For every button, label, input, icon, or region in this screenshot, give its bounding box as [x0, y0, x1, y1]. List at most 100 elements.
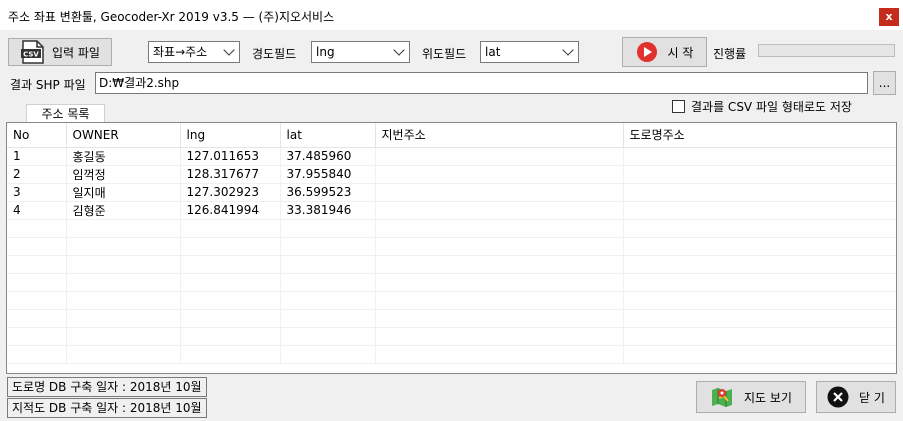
- table-cell: [375, 237, 624, 256]
- column-header[interactable]: 도로명주소: [623, 123, 896, 148]
- table-cell: [623, 309, 896, 328]
- table-cell: 1: [7, 147, 67, 166]
- table-cell: [180, 345, 281, 364]
- lat-field-select[interactable]: lat: [480, 41, 579, 63]
- table-cell: [280, 237, 376, 256]
- table-row[interactable]: [7, 255, 896, 274]
- table-cell: [623, 201, 896, 220]
- table-cell: [623, 345, 896, 364]
- table-cell: [375, 291, 624, 310]
- close-button[interactable]: 닫 기: [816, 381, 896, 413]
- table-cell: 127.302923: [180, 183, 281, 202]
- table-cell: 36.599523: [280, 183, 376, 202]
- table-cell: [280, 327, 376, 346]
- table-cell: [7, 309, 67, 328]
- table-row[interactable]: [7, 327, 896, 346]
- table-cell: [623, 237, 896, 256]
- table-cell: 일지매: [66, 183, 181, 202]
- table-cell: [180, 291, 281, 310]
- table-cell: 홍길동: [66, 147, 181, 166]
- table-cell: [280, 255, 376, 274]
- column-header[interactable]: lng: [180, 123, 281, 148]
- table-cell: [280, 291, 376, 310]
- address-table: No OWNER lng lat 지번주소 도로명주소 1 홍길동 127.011653 37.…: [6, 122, 897, 374]
- table-cell: [375, 345, 624, 364]
- table-row[interactable]: [7, 309, 896, 328]
- column-header[interactable]: 지번주소: [375, 123, 624, 148]
- table-cell: [375, 183, 624, 202]
- tab-address-list[interactable]: 주소 목록: [26, 104, 105, 124]
- table-cell: [375, 255, 624, 274]
- play-icon: [636, 42, 657, 62]
- table-cell: [280, 219, 376, 238]
- lng-field-value: lng: [316, 45, 335, 59]
- table-cell: [375, 201, 624, 220]
- table-cell: 33.381946: [280, 201, 376, 220]
- table-cell: [180, 219, 281, 238]
- table-cell: [623, 165, 896, 184]
- input-file-button[interactable]: CSV 입력 파일: [8, 38, 112, 66]
- close-label: 닫 기: [859, 390, 885, 405]
- table-cell: [7, 345, 67, 364]
- table-cell: [7, 273, 67, 292]
- table-cell: [7, 255, 67, 274]
- map-view-label: 지도 보기: [744, 390, 792, 405]
- csv-save-checkbox[interactable]: [672, 100, 685, 113]
- table-row[interactable]: 3 일지매 127.302923 36.599523: [7, 183, 896, 202]
- conversion-mode-select[interactable]: 좌표→주소: [148, 41, 240, 63]
- table-cell: [7, 237, 67, 256]
- map-view-button[interactable]: 지도 보기: [696, 381, 806, 413]
- table-cell: [623, 327, 896, 346]
- output-path-input[interactable]: D:₩결과2.shp: [95, 72, 868, 94]
- table-cell: [180, 255, 281, 274]
- chevron-down-icon: [562, 44, 574, 56]
- table-cell: [375, 309, 624, 328]
- lng-field-select[interactable]: lng: [311, 41, 410, 63]
- table-row[interactable]: [7, 219, 896, 238]
- csv-save-label: 결과를 CSV 파일 형태로도 저장: [691, 100, 852, 114]
- table-row[interactable]: [7, 291, 896, 310]
- output-file-label: 결과 SHP 파일: [10, 78, 86, 92]
- table-cell: [66, 255, 181, 274]
- table-cell: [375, 273, 624, 292]
- table-cell: 2: [7, 165, 67, 184]
- table-cell: 128.317677: [180, 165, 281, 184]
- table-cell: [280, 309, 376, 328]
- table-cell: [623, 273, 896, 292]
- start-button[interactable]: 시 작: [622, 37, 707, 67]
- table-cell: [623, 291, 896, 310]
- csv-file-icon: CSV: [21, 40, 44, 64]
- browse-button[interactable]: ...: [873, 71, 896, 95]
- table-cell: [180, 327, 281, 346]
- column-header[interactable]: No: [7, 123, 67, 148]
- lat-field-value: lat: [485, 45, 501, 59]
- table-cell: [66, 327, 181, 346]
- table-cell: [623, 219, 896, 238]
- title-bar: 주소 좌표 변환툴, Geocoder-Xr 2019 v3.5 — (주)지오…: [0, 0, 903, 30]
- table-row[interactable]: [7, 237, 896, 256]
- csv-save-option[interactable]: 결과를 CSV 파일 형태로도 저장: [672, 98, 852, 115]
- road-db-status: 도로명 DB 구축 일자 : 2018년 10월: [7, 377, 207, 397]
- table-cell: [180, 309, 281, 328]
- table-cell: 37.485960: [280, 147, 376, 166]
- table-row[interactable]: [7, 273, 896, 292]
- table-row[interactable]: 4 김형준 126.841994 33.381946: [7, 201, 896, 220]
- table-cell: [623, 147, 896, 166]
- table-cell: [7, 219, 67, 238]
- column-header[interactable]: lat: [280, 123, 376, 148]
- table-row[interactable]: 1 홍길동 127.011653 37.485960: [7, 147, 896, 166]
- table-cell: [180, 237, 281, 256]
- conversion-mode-value: 좌표→주소: [153, 45, 208, 59]
- table-cell: [623, 255, 896, 274]
- table-row[interactable]: [7, 345, 896, 364]
- table-row[interactable]: 2 임꺽정 128.317677 37.955840: [7, 165, 896, 184]
- lng-field-label: 경도필드: [252, 47, 297, 61]
- table-cell: [66, 345, 181, 364]
- table-header-row: No OWNER lng lat 지번주소 도로명주소: [7, 123, 896, 148]
- parcel-db-status: 지적도 DB 구축 일자 : 2018년 10월: [7, 398, 207, 418]
- table-cell: [7, 291, 67, 310]
- chevron-down-icon: [393, 44, 405, 56]
- close-window-button[interactable]: x: [879, 8, 899, 26]
- table-cell: [66, 273, 181, 292]
- column-header[interactable]: OWNER: [66, 123, 181, 148]
